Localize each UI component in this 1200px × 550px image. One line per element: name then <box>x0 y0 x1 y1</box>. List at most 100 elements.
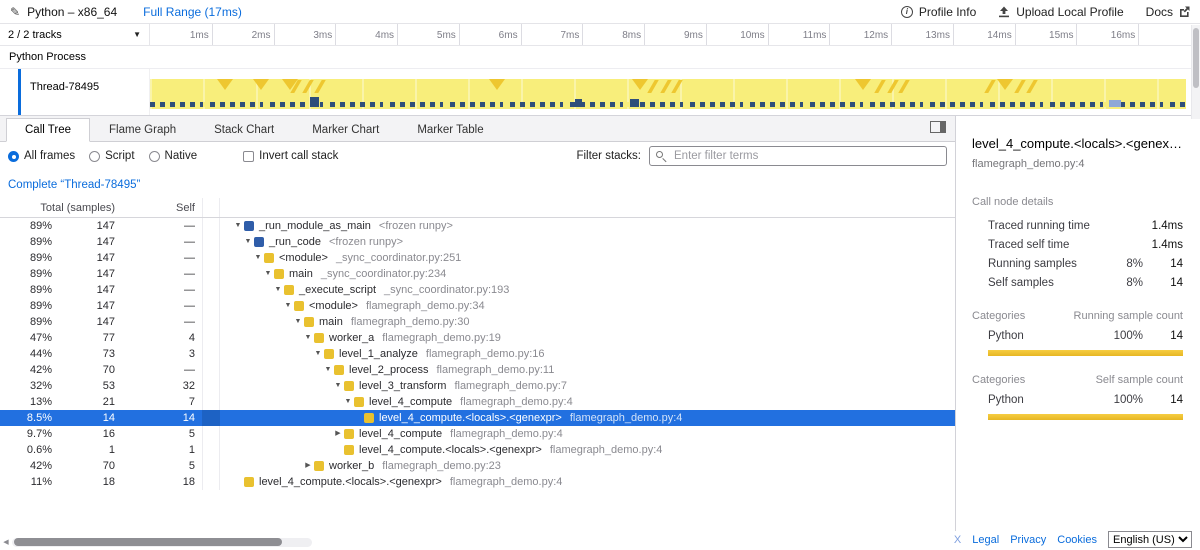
twisty-icon[interactable]: ▼ <box>342 394 354 410</box>
thread-label[interactable]: Thread-78495 <box>0 69 150 115</box>
twisty-icon[interactable]: ▼ <box>302 330 314 346</box>
docs-label: Docs <box>1146 5 1173 19</box>
twisty-icon[interactable]: ▼ <box>232 218 244 234</box>
thread-track[interactable] <box>150 69 1188 115</box>
docs-link[interactable]: Docs <box>1146 5 1190 19</box>
scrollbar-track[interactable] <box>12 538 312 547</box>
category-strip <box>202 410 220 426</box>
radio-native[interactable]: Native <box>149 150 198 162</box>
profile-info-button[interactable]: i Profile Info <box>901 5 976 19</box>
ruler-tick: 9ms <box>706 24 707 45</box>
invert-call-stack-checkbox[interactable]: Invert call stack <box>243 150 338 162</box>
twisty-icon[interactable]: ▼ <box>312 346 324 362</box>
file-location: _sync_coordinator.py:251 <box>336 250 461 266</box>
footer-links: X Legal Privacy Cookies English (US) <box>954 531 1192 548</box>
sidebar-toggle-button[interactable] <box>930 121 946 133</box>
table-row[interactable]: 89%147—▼_execute_script_sync_coordinator… <box>0 282 955 298</box>
marker-slash-icon <box>984 80 996 93</box>
legal-link[interactable]: Legal <box>972 534 999 546</box>
thread-track-canvas[interactable] <box>150 79 1186 109</box>
x-link[interactable]: X <box>954 534 961 546</box>
table-row[interactable]: 0.6%11level_4_compute.<locals>.<genexpr>… <box>0 442 955 458</box>
radio-label: Script <box>105 150 134 162</box>
tab-marker-chart[interactable]: Marker Chart <box>293 118 398 142</box>
full-range-link[interactable]: Full Range (17ms) <box>143 5 242 19</box>
scrollbar-thumb[interactable] <box>1193 28 1199 88</box>
twisty-icon[interactable]: ▶ <box>332 426 344 442</box>
privacy-link[interactable]: Privacy <box>1010 534 1046 546</box>
twisty-icon[interactable]: ▼ <box>322 362 334 378</box>
total-percent: 89% <box>0 298 52 314</box>
tab-stack-chart[interactable]: Stack Chart <box>195 118 293 142</box>
radio-script[interactable]: Script <box>89 150 134 162</box>
timeline-vertical-scrollbar[interactable] <box>1191 25 1200 119</box>
table-row[interactable]: 42%705▶worker_bflamegraph_demo.py:23 <box>0 458 955 474</box>
time-ruler[interactable]: 1ms2ms3ms4ms5ms6ms7ms8ms9ms10ms11ms12ms1… <box>150 24 1200 45</box>
twisty-icon[interactable]: ▼ <box>292 314 304 330</box>
radio-label: All frames <box>24 150 75 162</box>
table-row[interactable]: 89%147—▼<module>_sync_coordinator.py:251 <box>0 250 955 266</box>
language-select[interactable]: English (US) <box>1108 531 1192 548</box>
horizontal-scrollbar[interactable]: ◀ <box>0 537 312 547</box>
function-name: worker_a <box>329 330 374 346</box>
table-row[interactable]: 89%147—▼_run_module_as_main<frozen runpy… <box>0 218 955 234</box>
category-count: 14 <box>1143 330 1183 342</box>
twisty-icon[interactable]: ▼ <box>262 266 274 282</box>
profile-name-group[interactable]: ✎ Python – x86_64 <box>10 5 117 19</box>
scroll-left-arrow-icon[interactable]: ◀ <box>0 538 12 546</box>
radio-icon <box>8 151 19 162</box>
file-location: flamegraph_demo.py:4 <box>460 394 573 410</box>
filter-input[interactable] <box>649 146 947 166</box>
table-row[interactable]: 89%147—▼main_sync_coordinator.py:234 <box>0 266 955 282</box>
self-samples: 1 <box>120 442 202 458</box>
thread-name: Thread-78495 <box>30 81 99 93</box>
column-header-self[interactable]: Self <box>120 202 202 214</box>
tracks-dropdown[interactable]: 2 / 2 tracks ▼ <box>0 24 150 45</box>
tab-marker-table[interactable]: Marker Table <box>398 118 502 142</box>
complete-range-link[interactable]: Complete “Thread-78495” <box>0 170 955 198</box>
marker-triangle-icon <box>997 79 1013 90</box>
table-row[interactable]: 89%147—▼<module>flamegraph_demo.py:34 <box>0 298 955 314</box>
table-row[interactable]: 8.5%1414level_4_compute.<locals>.<genexp… <box>0 410 955 426</box>
table-row[interactable]: 13%217▼level_4_computeflamegraph_demo.py… <box>0 394 955 410</box>
tab-flame-graph[interactable]: Flame Graph <box>90 118 195 142</box>
function-name: level_4_compute.<locals>.<genexpr> <box>259 474 442 490</box>
table-row[interactable]: 11%1818level_4_compute.<locals>.<genexpr… <box>0 474 955 490</box>
category-square-icon <box>244 221 254 231</box>
column-header-total[interactable]: Total (samples) <box>0 202 120 214</box>
table-row[interactable]: 89%147—▼_run_code<frozen runpy> <box>0 234 955 250</box>
twisty-icon[interactable]: ▼ <box>272 282 284 298</box>
twisty-icon[interactable]: ▼ <box>252 250 264 266</box>
marker-slash-icon <box>648 80 660 93</box>
ruler-tick: 11ms <box>829 24 830 45</box>
radio-icon <box>89 151 100 162</box>
twisty-icon[interactable]: ▶ <box>302 458 314 474</box>
table-row[interactable]: 9.7%165▶level_4_computeflamegraph_demo.p… <box>0 426 955 442</box>
total-samples: 70 <box>52 362 120 378</box>
twisty-icon[interactable]: ▼ <box>332 378 344 394</box>
detail-value: 14 <box>1143 277 1183 289</box>
sidebar-toggle-icon <box>930 121 946 133</box>
ruler-tick: 7ms <box>582 24 583 45</box>
detail-row: Running samples 8% 14 <box>972 254 1183 273</box>
categories-label: Categories <box>972 374 1025 386</box>
table-row[interactable]: 89%147—▼mainflamegraph_demo.py:30 <box>0 314 955 330</box>
scrollbar-thumb[interactable] <box>14 538 282 546</box>
cookies-link[interactable]: Cookies <box>1057 534 1097 546</box>
table-row[interactable]: 47%774▼worker_aflamegraph_demo.py:19 <box>0 330 955 346</box>
category-strip <box>202 218 220 234</box>
twisty-icon[interactable]: ▼ <box>242 234 254 250</box>
twisty-icon[interactable]: ▼ <box>282 298 294 314</box>
sample-block <box>575 99 582 107</box>
table-row[interactable]: 32%5332▼level_3_transformflamegraph_demo… <box>0 378 955 394</box>
category-name: Python <box>988 330 1099 342</box>
upload-profile-button[interactable]: Upload Local Profile <box>998 5 1123 19</box>
process-track-row[interactable]: Python Process <box>0 46 1200 69</box>
tab-call-tree[interactable]: Call Tree <box>6 118 90 142</box>
table-row[interactable]: 44%733▼level_1_analyzeflamegraph_demo.py… <box>0 346 955 362</box>
footer: ◀ X Legal Privacy Cookies English (US) <box>0 532 1200 550</box>
table-row[interactable]: 42%70—▼level_2_processflamegraph_demo.py… <box>0 362 955 378</box>
radio-all-frames[interactable]: All frames <box>8 150 75 162</box>
self-samples: 4 <box>120 330 202 346</box>
thread-track-row[interactable]: Thread-78495 <box>0 69 1200 116</box>
